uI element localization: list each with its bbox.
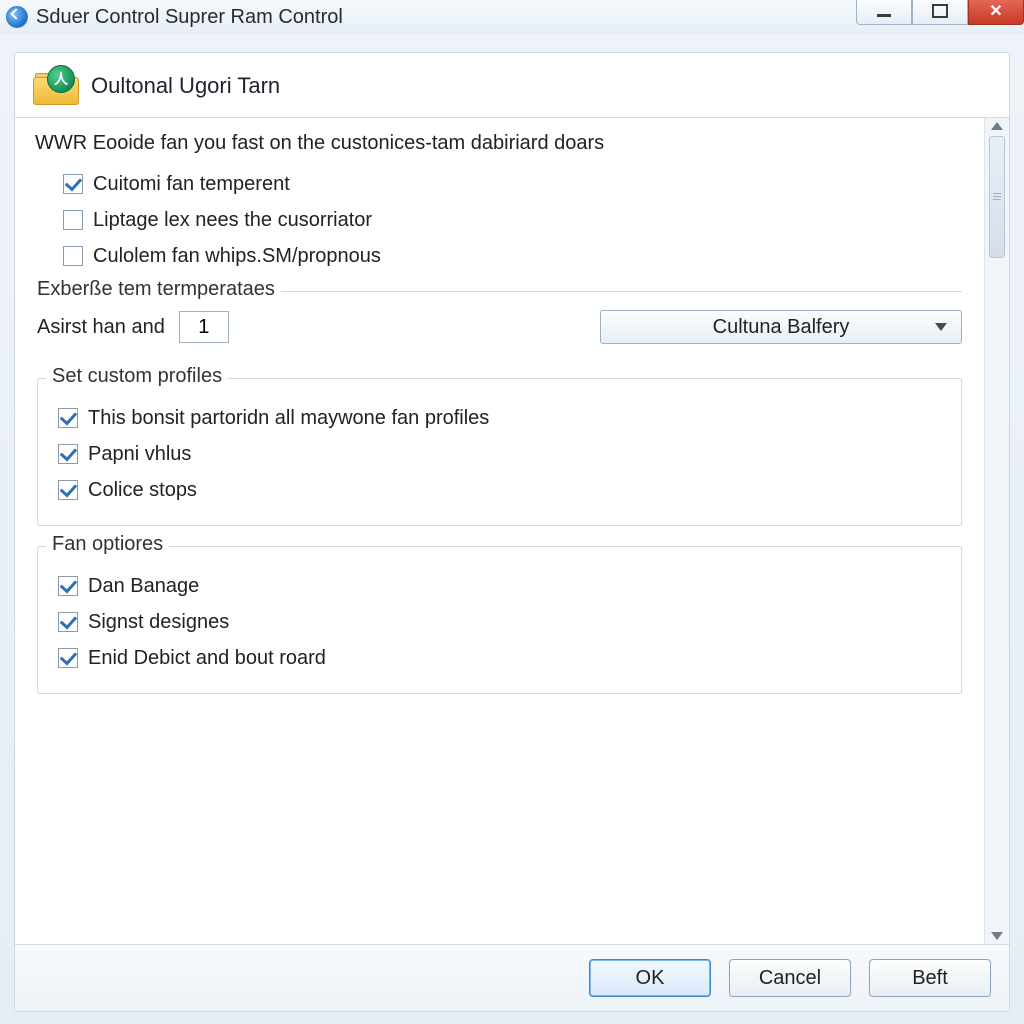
checkbox-icon[interactable] [58,480,78,500]
window-title: Sduer Control Suprer Ram Control [36,6,343,29]
check-label: Signst designes [88,607,229,637]
check-liptage[interactable]: Liptage lex nees the cusorriator [63,205,964,235]
titlebar: Sduer Control Suprer Ram Control ✕ [0,0,1024,35]
check-colice[interactable]: Colice stops [58,475,945,505]
temp-row: Asirst han and Cultuna Balfery [37,310,962,344]
folder-user-icon: 人 [33,67,77,105]
asirst-input[interactable] [179,311,229,343]
vertical-scrollbar[interactable] [984,118,1009,944]
main-panel: 人 Oultonal Ugori Tarn WWR Eooide fan you… [14,52,1010,1012]
check-label: Papni vhlus [88,439,191,469]
group-legend: Exberße tem termperataes [37,278,281,301]
dialog-footer: OK Cancel Beft [15,944,1009,1011]
check-label: This bonsit partoridn all maywone fan pr… [88,403,489,433]
scroll-down-icon[interactable] [991,932,1003,940]
check-dan[interactable]: Dan Banage [58,571,945,601]
check-label: Enid Debict and bout roard [88,643,326,673]
group-legend: Set custom profiles [46,365,228,388]
intro-text: WWR Eooide fan you fast on the custonice… [35,132,964,155]
close-button[interactable]: ✕ [968,0,1024,25]
checkbox-icon[interactable] [58,612,78,632]
cultuna-dropdown[interactable]: Cultuna Balfery [600,310,962,344]
panel-title: Oultonal Ugori Tarn [91,73,280,99]
group-legend: Fan optiores [46,533,169,556]
field-label: Asirst han and [37,316,165,339]
cancel-button[interactable]: Cancel [729,959,851,997]
checkbox-icon[interactable] [63,174,83,194]
scroll-up-icon[interactable] [991,122,1003,130]
ok-button[interactable]: OK [589,959,711,997]
panel-header: 人 Oultonal Ugori Tarn [15,53,1009,118]
checkbox-icon[interactable] [63,246,83,266]
check-label: Dan Banage [88,571,199,601]
check-label: Cuitomi fan temperent [93,169,290,199]
checkbox-icon[interactable] [58,576,78,596]
chevron-down-icon [935,323,947,331]
checkbox-icon[interactable] [58,444,78,464]
check-papni[interactable]: Papni vhlus [58,439,945,469]
app-icon [6,6,28,28]
check-signst[interactable]: Signst designes [58,607,945,637]
scroll-area: WWR Eooide fan you fast on the custonice… [15,118,1009,944]
checkbox-icon[interactable] [58,408,78,428]
check-enid[interactable]: Enid Debict and bout roard [58,643,945,673]
minimize-button[interactable] [856,0,912,25]
window-buttons: ✕ [856,0,1024,25]
check-cuitomi[interactable]: Cuitomi fan temperent [63,169,964,199]
checkbox-icon[interactable] [63,210,83,230]
check-label: Culolem fan whips.SM/propnous [93,241,381,271]
group-fan-options: Fan optiores Dan Banage Signst designes … [37,546,962,694]
check-culolem[interactable]: Culolem fan whips.SM/propnous [63,241,964,271]
window-body: 人 Oultonal Ugori Tarn WWR Eooide fan you… [0,34,1024,1024]
scroll-thumb[interactable] [989,136,1005,258]
check-bonsit[interactable]: This bonsit partoridn all maywone fan pr… [58,403,945,433]
group-profiles: Set custom profiles This bonsit partorid… [37,378,962,526]
maximize-button[interactable] [912,0,968,25]
content: WWR Eooide fan you fast on the custonice… [15,118,984,944]
group-temperatures: Exberße tem termperataes Asirst han and … [37,291,962,358]
check-label: Liptage lex nees the cusorriator [93,205,372,235]
dropdown-value: Cultuna Balfery [713,316,850,339]
check-label: Colice stops [88,475,197,505]
checkbox-icon[interactable] [58,648,78,668]
beft-button[interactable]: Beft [869,959,991,997]
